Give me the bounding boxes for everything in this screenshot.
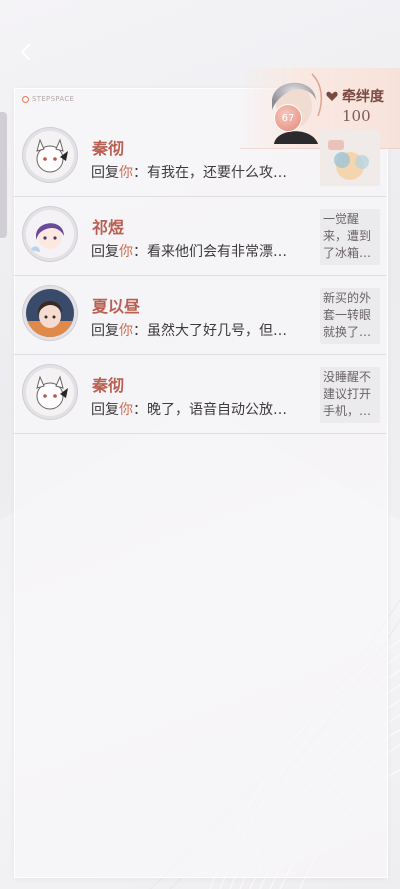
avatar[interactable] <box>26 131 74 179</box>
back-button[interactable] <box>12 38 40 66</box>
brand-mark: STEPSPACE <box>22 93 74 105</box>
reply-prefix: 回复 <box>91 165 119 181</box>
post-thumbnail[interactable]: 一觉醒来，遭到了冰箱… <box>320 209 380 265</box>
post-thumbnail[interactable] <box>320 130 380 186</box>
bond-label-text: 牵绊度 <box>342 89 384 105</box>
post-thumbnail[interactable]: 新买的外套一转眼就换了… <box>320 288 380 344</box>
reply-prefix: 回复 <box>91 323 119 339</box>
reply-text: ：晚了，语音自动公放… <box>133 402 287 418</box>
reply-text: ：看来他们会有非常漂… <box>133 244 287 260</box>
post-image-icon <box>320 130 380 186</box>
message-row[interactable]: 夏以昼 回复你：虽然大了好几号，但… 新买的外套一转眼就换了… <box>14 276 386 355</box>
message-row[interactable]: 秦彻 回复你：有我在，还要什么攻… <box>14 118 386 197</box>
reply-preview: 回复你：晚了，语音自动公放… <box>91 399 309 419</box>
avatar[interactable] <box>26 289 74 337</box>
brand-text: STEPSPACE <box>32 95 75 103</box>
reply-preview: 回复你：看来他们会有非常漂… <box>91 241 309 261</box>
avatar-xiayizhou-icon <box>26 289 74 337</box>
reply-preview: 回复你：虽然大了好几号，但… <box>91 320 309 340</box>
message-list: 秦彻 回复你：有我在，还要什么攻… 祁煜 回复你：看来他们会有非常漂… 一觉醒来… <box>14 118 386 434</box>
post-thumbnail[interactable]: 没睡醒不建议打开手机，… <box>320 367 380 423</box>
message-row[interactable]: 秦彻 回复你：晚了，语音自动公放… 没睡醒不建议打开手机，… <box>14 355 386 434</box>
avatar[interactable] <box>26 210 74 258</box>
scroll-handle[interactable] <box>0 112 7 238</box>
avatar-qinche-icon <box>26 368 74 416</box>
avatar-qiyu-icon <box>26 210 74 258</box>
message-row[interactable]: 祁煜 回复你：看来他们会有非常漂… 一觉醒来，遭到了冰箱… <box>14 197 386 276</box>
sender-name: 祁煜 <box>92 218 125 237</box>
sender-name: 夏以昼 <box>92 297 141 316</box>
reply-preview: 回复你：有我在，还要什么攻… <box>91 162 309 182</box>
sender-name: 秦彻 <box>92 139 125 158</box>
reply-prefix: 回复 <box>91 244 119 260</box>
brand-logo-icon <box>22 95 29 103</box>
reply-target: 你 <box>119 165 133 181</box>
reply-text: ：有我在，还要什么攻… <box>133 165 287 181</box>
reply-target: 你 <box>119 323 133 339</box>
reply-text: ：虽然大了好几号，但… <box>133 323 287 339</box>
reply-target: 你 <box>119 244 133 260</box>
avatar-qinche-icon <box>26 131 74 179</box>
heart-icon <box>326 91 338 101</box>
reply-target: 你 <box>119 402 133 418</box>
reply-prefix: 回复 <box>91 402 119 418</box>
sender-name: 秦彻 <box>92 376 125 395</box>
bond-label: 牵绊度 <box>326 86 384 106</box>
chevron-left-icon <box>20 44 30 60</box>
avatar[interactable] <box>26 368 74 416</box>
